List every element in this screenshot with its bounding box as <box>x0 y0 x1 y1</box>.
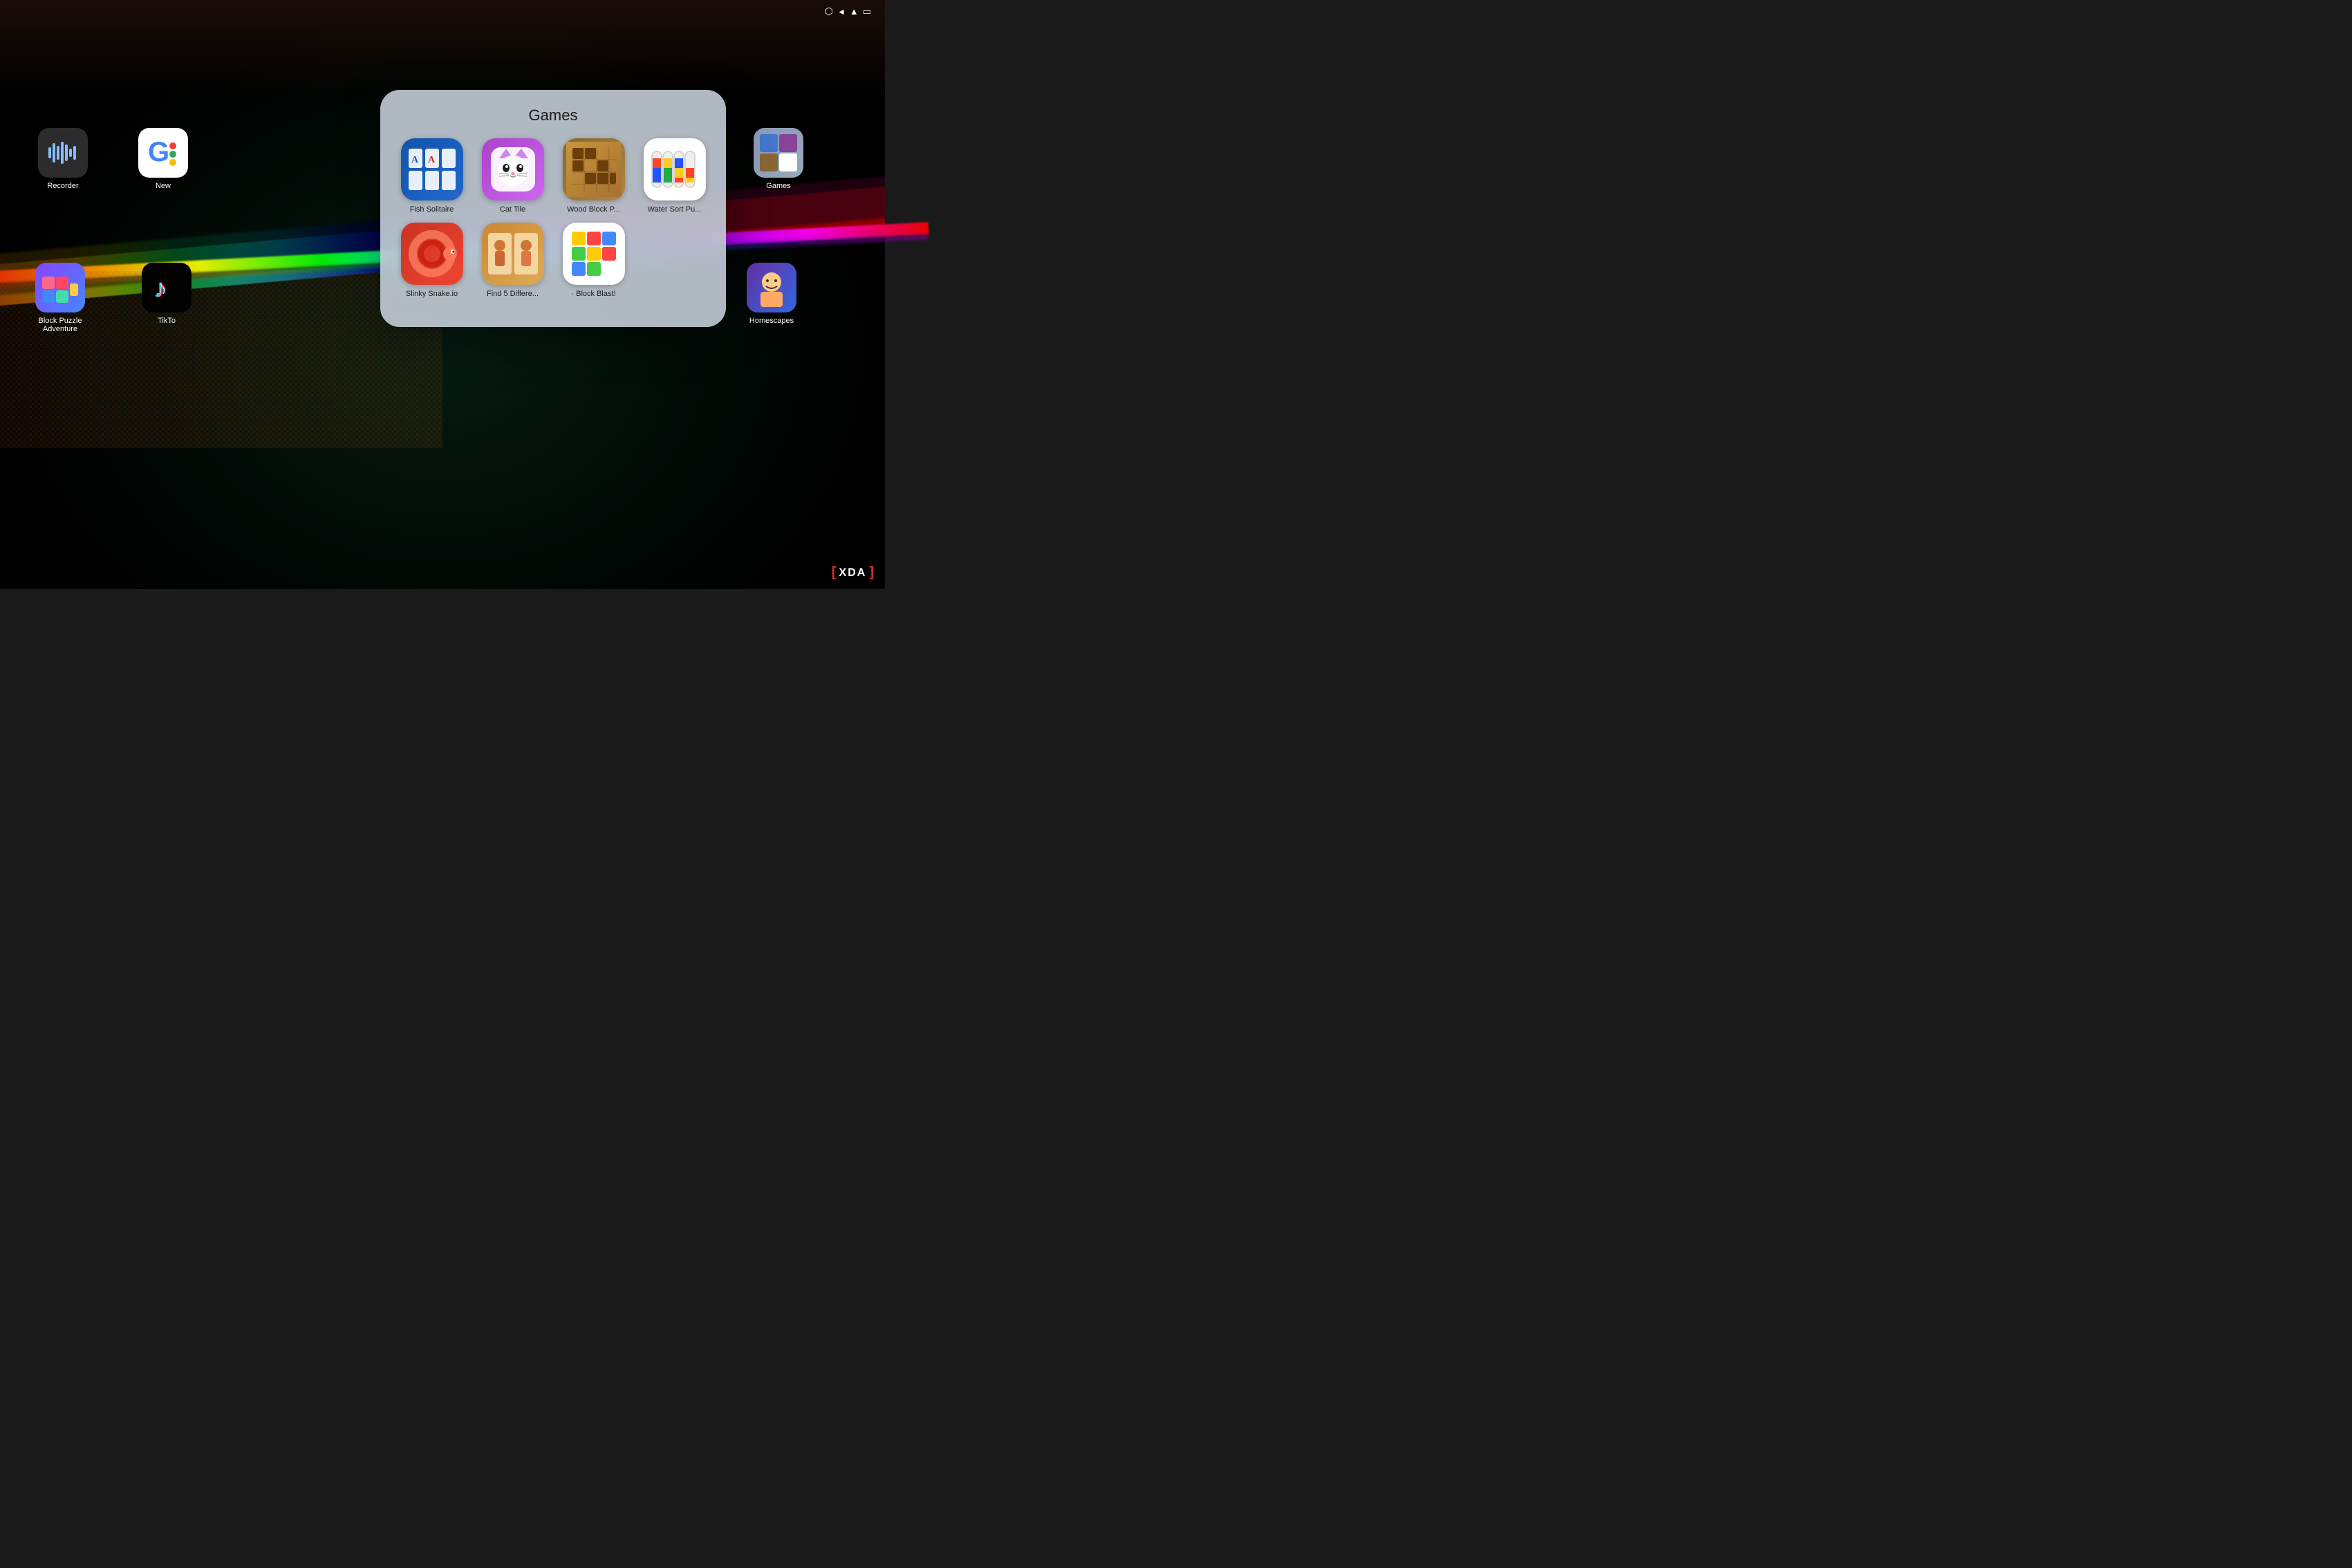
folder-app-block-blast[interactable]: · Block Blast! <box>556 223 631 299</box>
google-news-icon: G <box>138 128 188 178</box>
xda-bracket-left: [ <box>832 565 837 581</box>
fish-solitaire-icon: A A <box>401 138 463 200</box>
fish-solitaire-bg: A A <box>401 138 463 200</box>
folder-app-cat-tile[interactable]: Cat Tile <box>475 138 550 214</box>
find5-label: Find 5 Differe... <box>487 289 539 299</box>
bluetooth-icon: ⬡ <box>825 6 833 17</box>
homescapes-label: Homescapes <box>749 317 794 325</box>
app-block-puzzle[interactable]: Block Puzzle Adventure <box>29 263 91 333</box>
slinky-snake-label: Slinky Snake.io <box>406 289 458 299</box>
fish-solitaire-label: Fish Solitaire <box>410 205 454 214</box>
recorder-label: Recorder <box>47 182 78 190</box>
recorder-icon <box>38 128 88 178</box>
svg-text:♪: ♪ <box>156 274 169 304</box>
svg-text:G: G <box>148 137 169 167</box>
svg-text:A: A <box>411 155 419 165</box>
slinky-snake-bg <box>401 223 463 285</box>
slinky-snake-icon <box>401 223 463 285</box>
status-bar: ⬡ ◄ ▲ ▭ <box>825 6 871 17</box>
games-folder-popup: Games <box>380 90 726 327</box>
block-puzzle-label: Block Puzzle Adventure <box>29 317 91 333</box>
app-tiktok[interactable]: ♪ ♪ ♪ TikTo <box>142 263 192 325</box>
xda-bracket-right: ] <box>869 565 874 581</box>
games-folder-icon <box>754 128 803 178</box>
cat-tile-bg <box>482 138 544 200</box>
xda-watermark: [ XDA ] <box>832 565 874 581</box>
app-homescapes[interactable]: Homescapes <box>747 263 796 325</box>
wood-block-bg <box>563 138 625 200</box>
folder-title: Games <box>394 106 712 124</box>
folder-app-wood-block[interactable]: Wood Block P... <box>556 138 631 214</box>
cat-tile-label: Cat Tile <box>500 205 525 214</box>
block-blast-label: · Block Blast! <box>571 289 615 299</box>
cat-tile-icon <box>482 138 544 200</box>
folder-app-water-sort[interactable]: Water Sort Pu... <box>637 138 712 214</box>
app-recorder[interactable]: Recorder <box>38 128 88 190</box>
tiktok-icon: ♪ ♪ ♪ <box>142 263 192 312</box>
find5-bg <box>482 223 544 285</box>
folder-app-slinky-snake[interactable]: Slinky Snake.io <box>394 223 469 299</box>
wood-block-label: Wood Block P... <box>567 205 620 214</box>
water-sort-bg <box>644 138 706 200</box>
svg-text:A: A <box>428 155 436 165</box>
block-puzzle-icon <box>35 263 85 312</box>
xda-logo: XDA <box>839 567 867 579</box>
tiktok-label: TikTo <box>158 317 176 325</box>
games-folder-mini-grid <box>757 131 800 174</box>
signal-icon: ◄ <box>837 7 846 17</box>
water-sort-icon <box>644 138 706 200</box>
folder-app-fish-solitaire[interactable]: A A Fish Solitaire <box>394 138 469 214</box>
folder-app-find5[interactable]: Find 5 Differe... <box>475 223 550 299</box>
games-folder-label: Games <box>766 182 790 190</box>
battery-icon: ▭ <box>863 6 871 17</box>
folder-grid: A A Fish Solitaire <box>394 138 712 299</box>
water-sort-label: Water Sort Pu... <box>648 205 702 214</box>
wood-block-icon <box>563 138 625 200</box>
app-games-folder[interactable]: Games <box>754 128 803 190</box>
find5-icon <box>482 223 544 285</box>
block-blast-icon <box>563 223 625 285</box>
wifi-icon: ▲ <box>850 6 859 17</box>
app-google-news[interactable]: G New <box>138 128 188 190</box>
homescapes-icon <box>747 263 796 312</box>
block-blast-bg <box>563 223 625 285</box>
google-news-label: New <box>156 182 171 190</box>
